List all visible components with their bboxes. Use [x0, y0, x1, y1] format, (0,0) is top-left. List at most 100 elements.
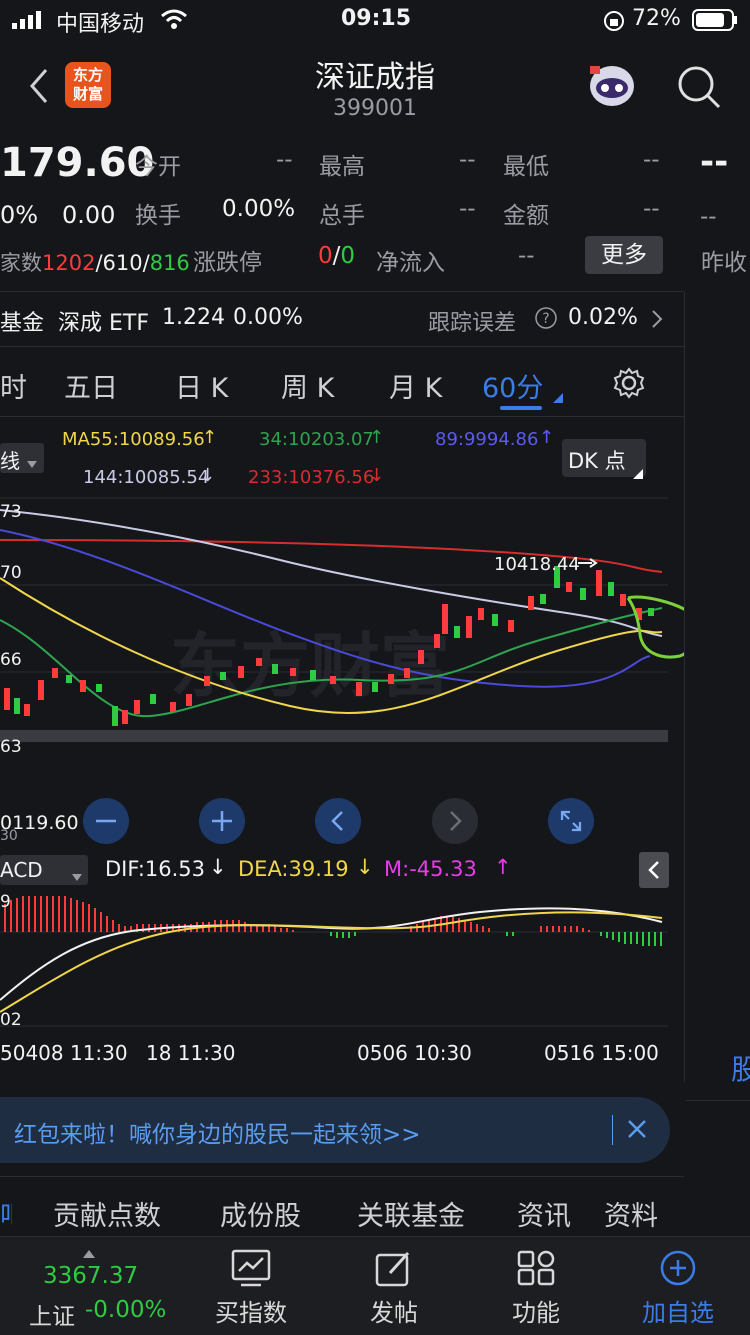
macd-dea: DEA:39.19 [238, 857, 349, 881]
macd-chart[interactable] [0, 886, 684, 1032]
close-icon[interactable] [626, 1118, 648, 1144]
bottom-nav: 3367.37 上证 -0.00% 买指数 发帖 功能 加自选 [0, 1236, 750, 1335]
banner-separator [612, 1115, 613, 1145]
amount-value: -- [643, 196, 660, 222]
macd-y-bottom: 02 [0, 1010, 22, 1030]
right-top-value: -- [700, 142, 729, 182]
right-mid-value: -- [700, 204, 717, 230]
fund-row[interactable]: 基金 深成 ETF 1.224 0.00% 跟踪误差 ? 0.02% [0, 292, 684, 346]
subtab-profile[interactable]: 资料 [604, 1194, 658, 1233]
macd-y-top: 9 [0, 892, 11, 912]
promo-banner[interactable]: 红包来啦！喊你身边的股民一起来领>> [0, 1097, 670, 1163]
turnover-value: 0.00% [222, 196, 296, 222]
edit-icon [375, 1251, 410, 1287]
prev-close-label: 昨收 [701, 250, 747, 276]
dif-line [0, 907, 663, 1001]
date-label-1: 50408 11:30 [0, 1041, 128, 1065]
high-label: 最高 [319, 154, 365, 180]
right-panel [684, 292, 750, 1082]
dea-arrow-down-icon: ↓ [356, 855, 374, 879]
price-pct: 0% [0, 201, 39, 229]
open-value: -- [276, 147, 293, 173]
y-axis-label-3: 66 [0, 650, 22, 670]
count-sep2: / [142, 251, 150, 275]
zoom-out-button[interactable] [83, 798, 129, 844]
tab-month-k[interactable]: 月 K [389, 366, 442, 405]
collapse-panel-button[interactable] [639, 852, 669, 888]
count-up: 1202 [42, 251, 96, 275]
wifi-icon [160, 8, 188, 34]
search-icon[interactable] [676, 64, 722, 114]
functions-label: 功能 [512, 1299, 560, 1327]
fund-label: 基金 [0, 311, 45, 336]
dk-point-button[interactable]: DK 点 [562, 439, 646, 479]
cursor-sub: 30 [0, 828, 18, 844]
etf-price: 1.224 [162, 305, 225, 330]
subtab-forum[interactable]: 吧 [0, 1194, 12, 1233]
etf-pct: 0.00% [233, 305, 303, 330]
right-tab-stock[interactable]: 股 [731, 1048, 750, 1088]
post-button[interactable]: 发帖 [348, 1249, 440, 1328]
netflow-label: 净流入 [376, 250, 445, 276]
add-watchlist-button[interactable]: 加自选 [632, 1249, 724, 1328]
scroll-left-button[interactable] [315, 798, 361, 844]
tab-timeshare[interactable]: 时 [0, 366, 27, 405]
chart-trend-icon [231, 1249, 271, 1287]
tab-day-k[interactable]: 日 K [175, 366, 228, 405]
rotation-lock-icon [603, 10, 625, 36]
functions-button[interactable]: 功能 [490, 1249, 582, 1328]
y-axis-label-2: 70 [0, 563, 22, 583]
settings-gear-icon[interactable] [612, 366, 646, 404]
low-value: -- [643, 147, 660, 173]
subtab-news[interactable]: 资讯 [517, 1194, 571, 1233]
dea-line [0, 911, 663, 1013]
fullscreen-button[interactable] [548, 798, 594, 844]
ma89-label: 89:9994.86 [435, 429, 539, 450]
price-change: 0.00 [62, 201, 116, 229]
help-icon[interactable]: ? [535, 307, 557, 333]
etf-name: 深成 ETF [58, 311, 149, 336]
signal-icon [12, 11, 48, 33]
buy-index-button[interactable]: 买指数 [205, 1249, 297, 1328]
kline-chart[interactable]: 东方财富 [0, 490, 684, 760]
price: 179.60 [0, 140, 155, 186]
tab-60min[interactable]: 60分 [482, 366, 543, 405]
divider [0, 416, 684, 417]
buy-index-label: 买指数 [215, 1299, 287, 1327]
clock: 09:15 [341, 6, 412, 31]
tab-week-k[interactable]: 周 K [281, 366, 334, 405]
m-arrow-up-icon: ↑ [494, 855, 512, 879]
count-sep1: / [95, 251, 103, 275]
line-type-label: 线 [0, 449, 20, 473]
tab-five-day[interactable]: 五日 [64, 366, 118, 405]
ma34-label: 34:10203.07 [259, 429, 374, 450]
status-bar: 中国移动 09:15 72% [0, 0, 750, 40]
index-ticker[interactable]: 3367.37 上证 -0.00% [0, 1237, 176, 1335]
ma144-label: 144:10085.54 [83, 467, 210, 488]
battery-icon [692, 9, 738, 35]
subtab-related-funds[interactable]: 关联基金 [357, 1194, 465, 1233]
macd-histogram [4, 896, 662, 946]
tracking-error-value: 0.02% [568, 305, 638, 330]
zoom-in-button[interactable] [199, 798, 245, 844]
dropdown-triangle-icon [27, 454, 37, 473]
limit-up: 0 [318, 243, 333, 269]
more-button[interactable]: 更多 [585, 236, 663, 274]
line-type-select[interactable]: 线 [0, 443, 44, 473]
indicator-select[interactable]: ACD [0, 855, 88, 885]
limit-down: 0 [340, 243, 356, 269]
add-watchlist-label: 加自选 [642, 1299, 714, 1327]
svg-text:?: ? [542, 311, 549, 327]
robot-avatar-icon[interactable] [586, 62, 638, 114]
volume-label: 总手 [319, 203, 365, 229]
subtab-contribution[interactable]: 贡献点数 [53, 1194, 161, 1233]
divider [686, 1100, 750, 1101]
subtab-constituents[interactable]: 成份股 [220, 1194, 301, 1233]
hand-drawn-circle [626, 595, 684, 659]
y-axis-label-4: 63 [0, 737, 22, 757]
ma233-label: 233:10376.56 [248, 467, 375, 488]
ma233-arrow-down-icon: ↓ [369, 465, 385, 486]
scroll-right-button[interactable] [432, 798, 478, 844]
ma144-arrow-down-icon: ↓ [200, 465, 216, 486]
dropdown-triangle-icon [553, 388, 563, 407]
